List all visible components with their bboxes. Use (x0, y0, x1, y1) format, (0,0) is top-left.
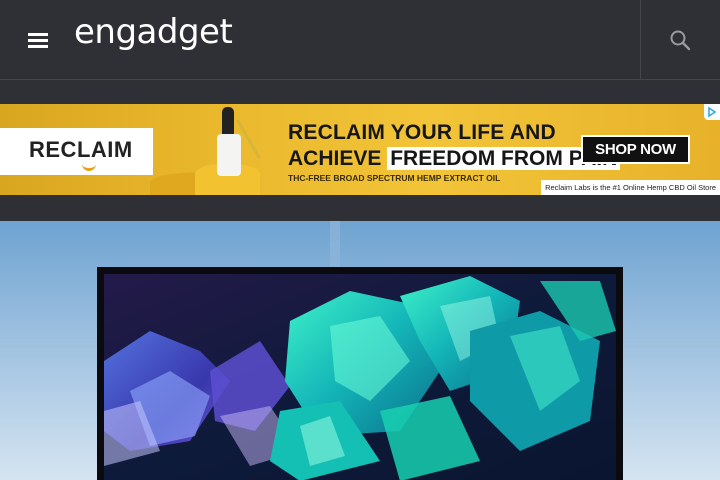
search-button[interactable] (664, 24, 698, 58)
tv-crystals-photo (0, 221, 720, 480)
ad-brand-logo: RECLAIM (0, 128, 153, 175)
header-divider (640, 0, 641, 79)
ad-shop-now-button[interactable]: SHOP NOW (581, 135, 690, 164)
menu-button[interactable] (22, 24, 54, 56)
ad-headline-line2: ACHIEVE FREEDOM FROM PAIN (288, 147, 621, 171)
ad-headline-line1: RECLAIM YOUR LIFE AND (288, 121, 556, 144)
ad-headline-prefix: ACHIEVE (288, 147, 382, 170)
ad-brand-text: RECLAIM (29, 137, 133, 162)
hamburger-menu-icon-bar (28, 39, 48, 42)
ad-subline: THC-FREE BROAD SPECTRUM HEMP EXTRACT OIL (288, 173, 501, 183)
banner-ad[interactable]: RECLAIM RECLAIM YOUR LIFE AND ACHIEVE FR… (0, 104, 720, 195)
hamburger-menu-icon (28, 33, 48, 36)
ad-bottle-cap (222, 107, 234, 135)
hero-image[interactable] (0, 221, 720, 480)
site-logo[interactable]: engadget (74, 12, 233, 52)
hamburger-menu-icon-bar (28, 45, 48, 48)
search-icon (670, 30, 691, 51)
ad-brand-smile-icon (82, 161, 96, 171)
adchoices-icon[interactable] (704, 104, 720, 120)
ad-oil-bottle-image (217, 134, 241, 176)
site-header: engadget (0, 0, 720, 80)
ad-footer-text: Reclaim Labs is the #1 Online Hemp CBD O… (541, 180, 720, 195)
